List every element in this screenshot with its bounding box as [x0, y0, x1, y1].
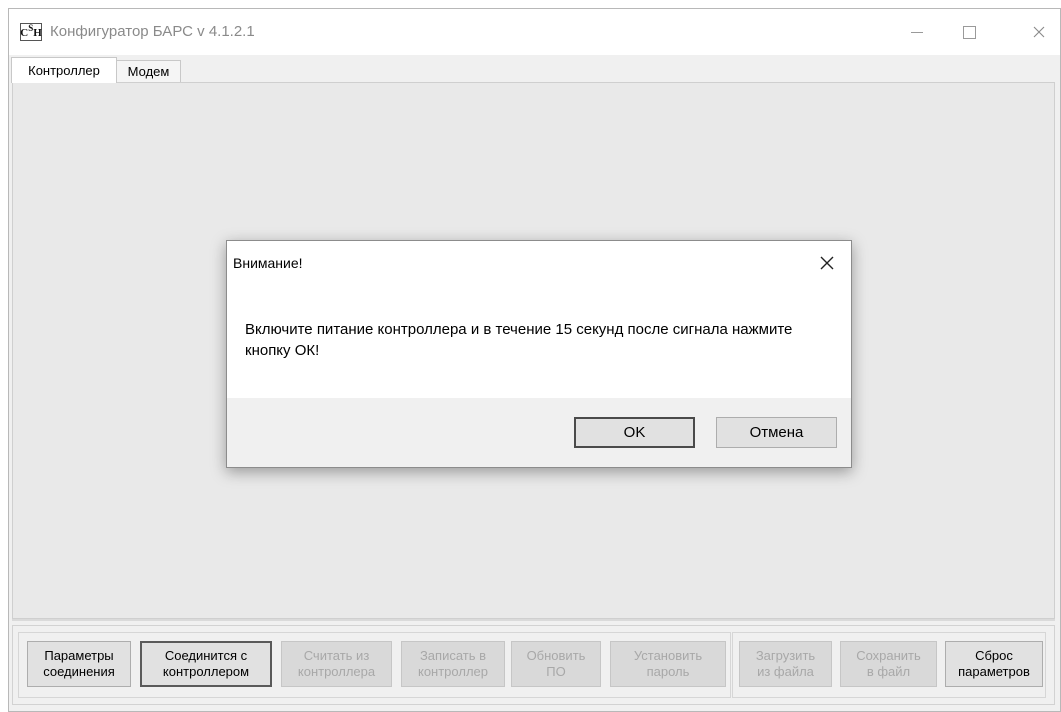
dialog-close-button[interactable]: [813, 249, 841, 277]
minimize-button[interactable]: [894, 16, 940, 48]
window-close-button[interactable]: [1016, 16, 1060, 48]
title-bar: CSH Конфигуратор БАРС v 4.1.2.1: [9, 9, 1060, 55]
maximize-icon: [962, 25, 976, 39]
connection-params-button[interactable]: Параметры соединения: [27, 641, 131, 687]
write-to-controller-button[interactable]: Записать в контроллер: [401, 641, 505, 687]
app-logo-icon: CSH: [20, 23, 42, 41]
dialog-body: Внимание! Включите питание контроллера и…: [227, 241, 851, 398]
bottom-toolbar: Параметры соединения Соединится с контро…: [12, 625, 1055, 705]
dialog-title: Внимание!: [233, 255, 303, 271]
connect-controller-button[interactable]: Соединится с контроллером: [140, 641, 272, 687]
cancel-button[interactable]: Отмена: [716, 417, 837, 448]
tab-modem[interactable]: Модем: [117, 60, 181, 82]
close-icon: [1033, 26, 1045, 38]
splitter[interactable]: [12, 619, 1055, 621]
update-firmware-button[interactable]: Обновить ПО: [511, 641, 601, 687]
load-from-file-button[interactable]: Загрузить из файла: [739, 641, 832, 687]
warning-dialog: Внимание! Включите питание контроллера и…: [226, 240, 852, 468]
window-title: Конфигуратор БАРС v 4.1.2.1: [50, 23, 255, 40]
reset-params-button[interactable]: Сброс параметров: [945, 641, 1043, 687]
tab-controller[interactable]: Контроллер: [11, 57, 117, 83]
close-icon: [820, 256, 834, 270]
minimize-icon: [911, 31, 923, 33]
maximize-button[interactable]: [946, 16, 992, 48]
dialog-message: Включите питание контроллера и в течение…: [245, 321, 793, 359]
save-to-file-button[interactable]: Сохранить в файл: [840, 641, 937, 687]
tab-strip: Контроллер Модем: [9, 55, 1060, 83]
read-from-controller-button[interactable]: Считать из контроллера: [281, 641, 392, 687]
ok-button[interactable]: OK: [574, 417, 695, 448]
set-password-button[interactable]: Установить пароль: [610, 641, 726, 687]
